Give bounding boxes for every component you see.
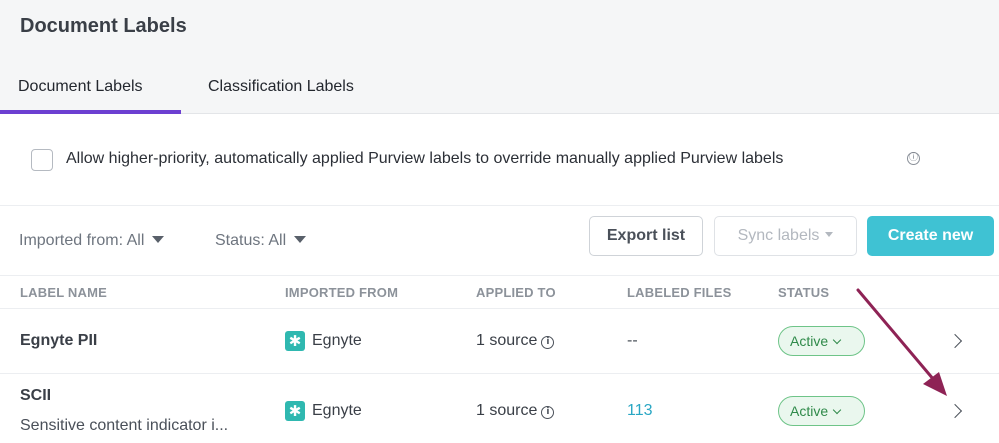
applied-to-cell: 1 source i — [476, 332, 555, 350]
export-list-button[interactable]: Export list — [589, 216, 703, 256]
row-divider — [0, 373, 999, 374]
applied-to-value: 1 source — [476, 332, 538, 349]
status-value: Active — [790, 333, 829, 349]
page-header: Document Labels — [0, 0, 999, 58]
sync-labels-button[interactable]: Sync labels — [714, 216, 857, 256]
sync-labels-label: Sync labels — [737, 227, 820, 244]
egnyte-logo-icon: ✱ — [285, 401, 305, 421]
chevron-right-icon[interactable] — [947, 403, 963, 419]
caret-down-icon — [294, 236, 307, 243]
info-icon[interactable]: ⓘ — [907, 152, 920, 165]
status-dropdown[interactable]: Active — [778, 396, 865, 426]
info-icon[interactable]: i — [541, 406, 555, 419]
egnyte-logo-icon: ✱ — [285, 331, 305, 351]
column-header-label-name[interactable]: LABEL NAME — [20, 285, 107, 300]
column-header-labeled-files[interactable]: LABELED FILES — [627, 285, 731, 300]
section-divider — [0, 205, 999, 206]
caret-down-icon — [825, 232, 834, 237]
label-name: SCII — [20, 387, 52, 404]
export-list-label: Export list — [606, 227, 686, 244]
page-title: Document Labels — [20, 15, 187, 37]
status-filter-label: Status: All — [215, 232, 287, 249]
tab-classification-labels[interactable]: Classification Labels — [208, 78, 354, 96]
chevron-down-icon — [832, 405, 842, 415]
status-dropdown[interactable]: Active — [778, 326, 865, 356]
label-description: Sensitive content indicator i... — [20, 417, 229, 434]
imported-from-filter-label: Imported from: All — [19, 232, 145, 249]
imported-from-value: Egnyte — [312, 332, 362, 349]
status-value: Active — [790, 403, 829, 419]
chevron-right-icon[interactable] — [947, 333, 963, 349]
label-name: Egnyte PII — [20, 332, 98, 349]
imported-from-filter[interactable]: Imported from: All — [19, 232, 165, 250]
column-header-imported-from[interactable]: IMPORTED FROM — [285, 285, 398, 300]
tab-document-labels[interactable]: Document Labels — [18, 78, 143, 96]
status-filter[interactable]: Status: All — [215, 232, 307, 250]
table-top-divider — [0, 275, 999, 276]
imported-from-value: Egnyte — [312, 402, 362, 419]
tab-bar: Document Labels Classification Labels — [0, 58, 999, 114]
column-header-status[interactable]: STATUS — [778, 285, 829, 300]
caret-down-icon — [152, 236, 165, 243]
create-new-button[interactable]: Create new — [867, 216, 994, 256]
header-row-divider — [0, 308, 999, 309]
labeled-files-value: -- — [627, 332, 638, 349]
labeled-files-link[interactable]: 113 — [627, 402, 653, 420]
chevron-down-icon — [832, 335, 842, 345]
applied-to-value: 1 source — [476, 402, 538, 419]
override-checkbox[interactable] — [31, 149, 53, 171]
create-new-label: Create new — [887, 227, 974, 244]
override-label: Allow higher-priority, automatically app… — [66, 150, 784, 167]
active-tab-indicator — [0, 110, 181, 114]
column-header-applied-to[interactable]: APPLIED TO — [476, 285, 556, 300]
info-icon[interactable]: i — [541, 336, 555, 349]
applied-to-cell: 1 source i — [476, 402, 555, 420]
